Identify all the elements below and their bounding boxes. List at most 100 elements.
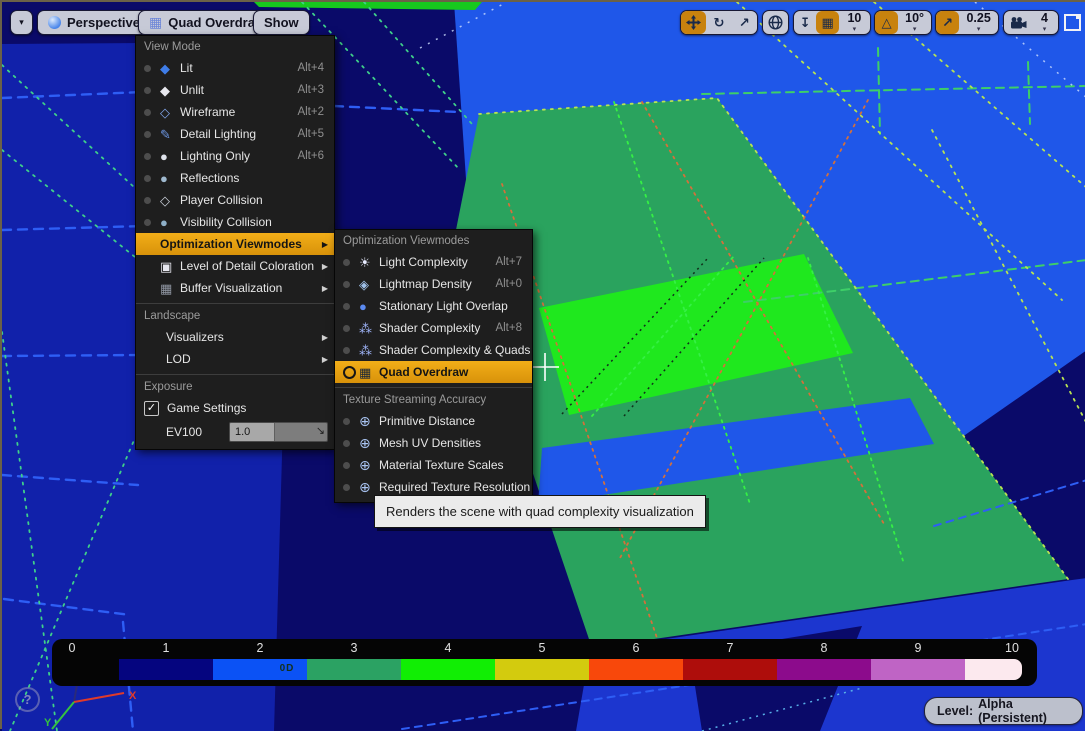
menu-item-lightmap-density[interactable]: ◈ Lightmap Density Alt+0 (335, 273, 532, 295)
level-badge[interactable]: Level: Alpha (Persistent) (924, 697, 1083, 725)
menu-item-label: Visualizers (166, 330, 224, 344)
radio-icon (144, 87, 160, 94)
menu-item-label: Detail Lighting (180, 127, 256, 141)
radio-icon (343, 281, 359, 288)
move-tool-button[interactable] (681, 11, 706, 34)
radio-icon (144, 109, 160, 116)
submenu-arrow-icon: ▶ (322, 333, 328, 342)
menu-item-label: Lightmap Density (379, 277, 472, 291)
show-button[interactable]: Show (253, 10, 310, 35)
menu-item-wireframe[interactable]: ◇ Wireframe Alt+2 (136, 101, 334, 123)
shortcut-label: Alt+5 (297, 128, 328, 140)
scale-snap-value-dropdown[interactable]: 0.25 ▾ (959, 11, 998, 34)
menu-item-game-settings[interactable]: ✓ Game Settings (136, 397, 334, 419)
menu-item-label: Lighting Only (180, 149, 250, 163)
menu-item-material-texture-scales[interactable]: ⊕ Material Texture Scales (335, 454, 532, 476)
menu-item-player-collision[interactable]: ◇ Player Collision (136, 189, 334, 211)
shortcut-label: Alt+4 (297, 62, 328, 74)
viewport-options-button[interactable]: ▾ (10, 10, 33, 35)
radio-icon (343, 259, 359, 266)
menu-item-visibility-collision[interactable]: ● Visibility Collision (136, 211, 334, 233)
menu-item-light-complexity[interactable]: ☀ Light Complexity Alt+7 (335, 251, 532, 273)
legend-tick: 6 (621, 641, 651, 655)
optimization-viewmodes-submenu: Optimization Viewmodes ☀ Light Complexit… (334, 229, 533, 503)
maximize-icon (1076, 14, 1081, 19)
surface-snap-button[interactable]: ↧ (794, 11, 816, 34)
gizmo-x-label: X (129, 690, 137, 702)
menu-item-shader-complexity[interactable]: ⁂ Shader Complexity Alt+8 (335, 317, 532, 339)
menu-item-label: Lit (180, 61, 193, 75)
camera-speed-button[interactable] (1004, 11, 1031, 34)
scale-snap-icon: ↗ (942, 15, 953, 31)
rotate-tool-button[interactable]: ↻ (706, 11, 731, 34)
menu-item-primitive-distance[interactable]: ⊕ Primitive Distance (335, 410, 532, 432)
overdraw-legend: 0 1 2 3 4 5 6 7 8 9 10 0D (52, 639, 1037, 686)
radio-icon (144, 219, 160, 226)
wireframe-icon: ◇ (160, 106, 180, 119)
menu-item-unlit[interactable]: ◆ Unlit Alt+3 (136, 79, 334, 101)
menu-section-title: Texture Streaming Accuracy (335, 391, 532, 410)
legend-segment (777, 659, 871, 680)
menu-item-label: Shader Complexity (379, 321, 480, 335)
rotation-snap-value-dropdown[interactable]: 10° ▾ (898, 11, 931, 34)
menu-item-label: Reflections (180, 171, 239, 185)
radio-icon (144, 153, 160, 160)
rotation-snap-group: △ 10° ▾ (874, 10, 932, 35)
ev100-slider[interactable]: 1.0 ↘ (229, 422, 328, 442)
shortcut-label: Alt+0 (495, 278, 526, 290)
help-button[interactable]: ? (15, 687, 40, 712)
angle-snap-icon: △ (882, 15, 892, 31)
menu-section-title: Optimization Viewmodes (335, 232, 532, 251)
menu-item-lod-coloration[interactable]: ▣ Level of Detail Coloration ▶ (136, 255, 334, 277)
checkbox-checked-icon[interactable]: ✓ (144, 401, 159, 416)
legend-tick: 7 (715, 641, 745, 655)
menu-item-lit[interactable]: ◆ Lit Alt+4 (136, 57, 334, 79)
rotation-snap-button[interactable]: △ (875, 11, 898, 34)
grid-snap-value-dropdown[interactable]: 10 ▾ (839, 11, 870, 34)
perspective-button[interactable]: Perspective (37, 10, 151, 35)
view-mode-menu: View Mode ◆ Lit Alt+4 ◆ Unlit Alt+3 ◇ Wi… (135, 35, 335, 450)
scale-snap-button[interactable]: ↗ (936, 11, 959, 34)
coordinate-system-button[interactable] (762, 10, 789, 35)
menu-item-reflections[interactable]: ● Reflections (136, 167, 334, 189)
unlit-icon: ◆ (160, 84, 180, 97)
legend-segment (589, 659, 683, 680)
menu-item-label: Game Settings (167, 401, 246, 415)
maximize-viewport-button[interactable] (1064, 14, 1081, 31)
quad-overdraw-icon: ▦ (359, 366, 379, 379)
unreal-viewport-window: { "icons": { "caret": "▾", "submenu_arro… (0, 0, 1085, 729)
scale-tool-button[interactable]: ↗ (732, 11, 757, 34)
menu-item-label: Buffer Visualization (180, 281, 282, 295)
radio-selected-icon (343, 366, 359, 379)
menu-item-label: Material Texture Scales (379, 458, 504, 472)
menu-item-detail-lighting[interactable]: ✎ Detail Lighting Alt+5 (136, 123, 334, 145)
menu-separator (136, 303, 334, 304)
legend-segment (495, 659, 589, 680)
visibility-collision-icon: ● (160, 216, 180, 229)
legend-tick: 1 (151, 641, 181, 655)
tooltip: Renders the scene with quad complexity v… (374, 495, 706, 528)
menu-item-quad-overdraw[interactable]: ▦ Quad Overdraw (335, 361, 532, 383)
menu-item-stationary-light-overlap[interactable]: ● Stationary Light Overlap (335, 295, 532, 317)
shortcut-label: Alt+3 (297, 84, 328, 96)
menu-item-label: Required Texture Resolution (379, 480, 530, 494)
menu-item-buffer-visualization[interactable]: ▦ Buffer Visualization ▶ (136, 277, 334, 299)
menu-item-label: Wireframe (180, 105, 235, 119)
menu-item-visualizers[interactable]: Visualizers ▶ (136, 326, 334, 348)
menu-item-shader-complexity-quads[interactable]: ⁂ Shader Complexity & Quads (335, 339, 532, 361)
menu-item-label: Level of Detail Coloration (180, 259, 314, 273)
tooltip-text: Renders the scene with quad complexity v… (386, 504, 694, 519)
drag-corner-icon: ↘ (316, 424, 325, 437)
rotation-snap-value: 10° (905, 12, 924, 25)
overdraw-marker: 0D (272, 663, 302, 674)
menu-item-mesh-uv-densities[interactable]: ⊕ Mesh UV Densities (335, 432, 532, 454)
menu-item-lighting-only[interactable]: ● Lighting Only Alt+6 (136, 145, 334, 167)
camera-speed-value-dropdown[interactable]: 4 ▾ (1031, 11, 1058, 34)
grid-snap-button[interactable]: ▦ (816, 11, 838, 34)
lighting-only-icon: ● (160, 150, 180, 163)
menu-item-optimization-viewmodes[interactable]: Optimization Viewmodes ▶ (136, 233, 334, 255)
globe-icon (768, 15, 783, 30)
legend-segment (307, 659, 401, 680)
menu-item-lod[interactable]: LOD ▶ (136, 348, 334, 370)
menu-item-label: Player Collision (180, 193, 263, 207)
